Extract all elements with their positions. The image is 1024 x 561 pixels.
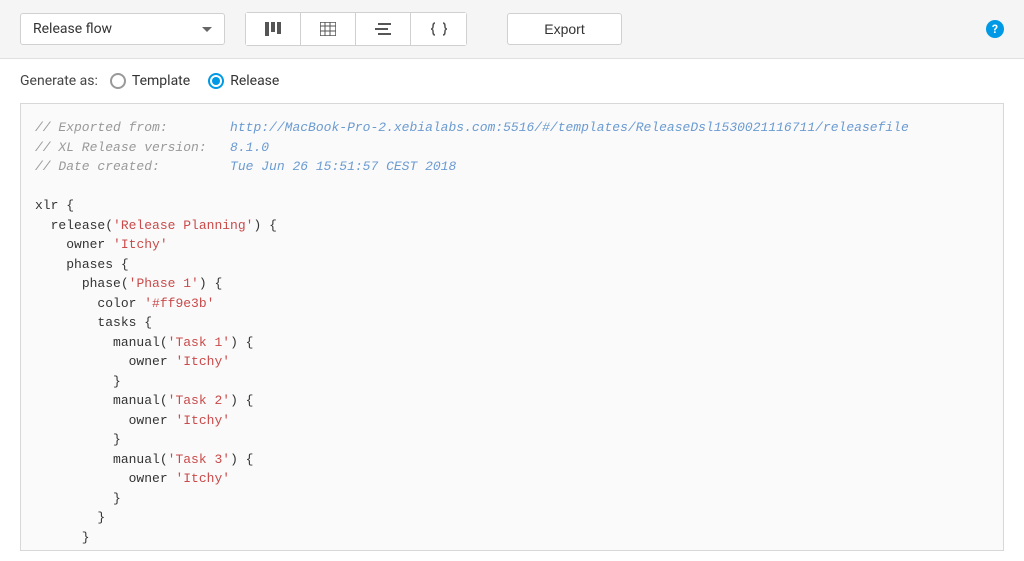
kanban-icon <box>265 22 281 36</box>
code-comment-value: 8.1.0 <box>230 140 269 155</box>
code-keyword: owner <box>129 471 168 486</box>
code-string: 'Release Planning' <box>113 218 253 233</box>
code-comment: // Exported from: <box>35 120 230 135</box>
code-string: 'Task 3' <box>168 452 230 467</box>
code-keyword: owner <box>66 237 105 252</box>
code-string: 'Itchy' <box>175 354 230 369</box>
generate-label: Generate as: <box>20 73 98 89</box>
code-string: 'Phase 1' <box>129 276 199 291</box>
kanban-view-button[interactable] <box>246 13 301 45</box>
code-keyword: manual <box>113 335 160 350</box>
table-view-button[interactable] <box>301 13 356 45</box>
generate-options: Generate as: Template Release <box>0 59 1024 103</box>
code-block: // Exported from: http://MacBook-Pro-2.x… <box>20 103 1004 551</box>
dropdown-label: Release flow <box>33 21 112 37</box>
view-dropdown[interactable]: Release flow <box>20 13 225 45</box>
code-string: 'Task 1' <box>168 335 230 350</box>
code-view-button[interactable] <box>411 13 466 45</box>
radio-template-label: Template <box>132 73 190 89</box>
radio-icon <box>110 73 126 89</box>
code-keyword: color <box>97 296 136 311</box>
code-string: '#ff9e3b' <box>144 296 214 311</box>
code-comment: // Date created: <box>35 159 230 174</box>
list-view-button[interactable] <box>356 13 411 45</box>
export-button[interactable]: Export <box>507 13 622 45</box>
help-icon[interactable]: ? <box>986 20 1004 38</box>
code-keyword: owner <box>129 413 168 428</box>
chevron-down-icon <box>202 27 212 32</box>
code-keyword: manual <box>113 452 160 467</box>
radio-template[interactable]: Template <box>110 73 190 89</box>
view-button-group <box>245 12 467 46</box>
radio-icon <box>208 73 224 89</box>
code-keyword: release <box>51 218 106 233</box>
code-string: 'Itchy' <box>113 237 168 252</box>
toolbar: Release flow Export ? <box>0 0 1024 59</box>
code-keyword: xlr <box>35 198 58 213</box>
code-keyword: phase <box>82 276 121 291</box>
code-braces-icon <box>430 22 448 36</box>
list-icon <box>375 22 391 36</box>
code-string: 'Itchy' <box>175 413 230 428</box>
code-comment-value: Tue Jun 26 15:51:57 CEST 2018 <box>230 159 456 174</box>
code-keyword: tasks <box>97 315 136 330</box>
code-keyword: phases <box>66 257 113 272</box>
code-keyword: manual <box>113 393 160 408</box>
code-string: 'Itchy' <box>175 471 230 486</box>
code-string: 'Task 2' <box>168 393 230 408</box>
radio-release[interactable]: Release <box>208 73 279 89</box>
code-comment: // XL Release version: <box>35 140 230 155</box>
radio-release-label: Release <box>230 73 279 89</box>
code-comment-value: http://MacBook-Pro-2.xebialabs.com:5516/… <box>230 120 909 135</box>
code-keyword: owner <box>129 354 168 369</box>
table-icon <box>320 22 336 36</box>
